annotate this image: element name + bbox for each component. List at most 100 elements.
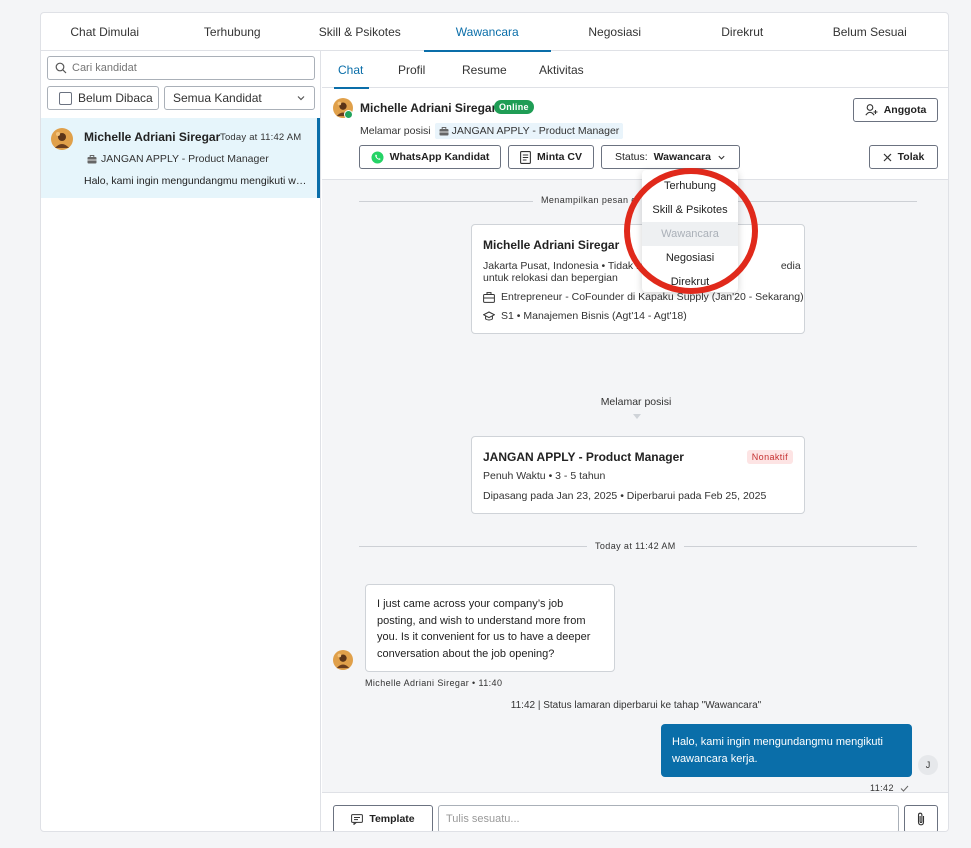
app-window: Chat Dimulai Terhubung Skill & Psikotes … — [40, 12, 949, 832]
document-icon — [520, 150, 531, 164]
header-candidate-name: Michelle Adriani Siregar — [360, 101, 497, 115]
check-icon — [900, 785, 909, 792]
conversation-panel: Chat Profil Resume Aktivitas Michelle Ad… — [322, 51, 948, 831]
request-cv-button[interactable]: Minta CV — [508, 145, 594, 169]
incoming-message[interactable]: I just came across your company’s job po… — [365, 584, 615, 672]
tab-wawancara[interactable]: Wawancara — [423, 13, 552, 52]
candidate-message-preview: Halo, kami ingin mengundangmu mengikuti … — [84, 175, 308, 187]
reject-button-label: Tolak — [897, 151, 925, 163]
tab-direkrut[interactable]: Direkrut — [679, 13, 807, 51]
user-add-icon — [865, 104, 878, 116]
job-chip: JANGAN APPLY - Product Manager — [434, 123, 624, 139]
members-button-label: Anggota — [883, 104, 927, 116]
briefcase-icon — [87, 154, 97, 164]
candidate-filter-select[interactable]: Semua Kandidat — [164, 86, 315, 110]
template-icon — [351, 813, 364, 825]
profile-card-name: Michelle Adriani Siregar — [483, 238, 620, 252]
tab-aktivitas[interactable]: Aktivitas — [539, 51, 584, 88]
incoming-message-line: I just came across your company’s job — [377, 598, 564, 610]
profile-card-location-tail: edia — [780, 260, 801, 272]
outgoing-message-line: wawancara kerja. — [672, 752, 758, 765]
tab-negosiasi[interactable]: Negosiasi — [551, 13, 679, 51]
status-select[interactable]: Status: Wawancara — [601, 145, 740, 169]
tab-chat-dimulai[interactable]: Chat Dimulai — [41, 13, 169, 51]
template-button-label: Template — [369, 813, 415, 825]
briefcase-icon — [439, 126, 449, 136]
status-option-terhubung[interactable]: Terhubung — [642, 174, 738, 198]
status-dropdown-menu: Terhubung Skill & Psikotes Wawancara Neg… — [642, 170, 738, 292]
online-indicator — [344, 110, 353, 119]
candidate-sidebar: Belum Dibaca Semua Kandidat Michelle Adr… — [41, 51, 321, 831]
request-cv-label: Minta CV — [537, 151, 582, 163]
online-badge: Online — [494, 100, 534, 114]
message-input[interactable] — [438, 805, 899, 831]
attach-button[interactable] — [904, 805, 938, 831]
avatar: J — [918, 755, 938, 775]
job-chip-label: JANGAN APPLY - Product Manager — [451, 125, 620, 137]
briefcase-icon — [483, 291, 495, 303]
status-prefix: Status: — [614, 151, 648, 163]
system-message: 11:42 | Status lamaran diperbarui ke tah… — [510, 700, 762, 711]
status-option-skill-psikotes[interactable]: Skill & Psikotes — [642, 198, 738, 222]
message-composer: Template — [322, 792, 948, 831]
outgoing-message[interactable]: Halo, kami ingin mengundangmu mengikuti … — [661, 724, 912, 777]
applying-label: Melamar posisi — [360, 125, 431, 137]
status-option-negosiasi[interactable]: Negosiasi — [642, 246, 738, 270]
job-card-title: JANGAN APPLY - Product Manager — [483, 450, 684, 464]
conversation-header: Michelle Adriani Siregar Online Melamar … — [322, 88, 948, 180]
job-card-dates: Dipasang pada Jan 23, 2025 • Diperbarui … — [483, 490, 767, 502]
tab-belum-sesuai[interactable]: Belum Sesuai — [806, 13, 934, 51]
tab-profil[interactable]: Profil — [398, 51, 425, 88]
chevron-down-icon — [717, 153, 726, 162]
candidate-list-item[interactable]: Michelle Adriani Siregar Today at 11:42 … — [41, 118, 320, 198]
whatsapp-button-label: WhatsApp Kandidat — [389, 151, 490, 163]
status-value: Wawancara — [653, 151, 712, 163]
profile-card-relocation: untuk relokasi dan bepergian — [483, 272, 618, 284]
candidate-name: Michelle Adriani Siregar — [84, 130, 221, 144]
incoming-message-line: you. Is it convenient for us to have a d… — [377, 631, 591, 643]
inactive-badge: Nonaktif — [746, 450, 793, 464]
candidate-job-label: JANGAN APPLY - Product Manager — [101, 153, 269, 165]
search-box[interactable] — [47, 56, 315, 80]
unread-filter-checkbox[interactable]: Belum Dibaca — [47, 86, 159, 110]
search-icon — [55, 62, 67, 74]
tab-skill-psikotes[interactable]: Skill & Psikotes — [296, 13, 424, 51]
tab-terhubung[interactable]: Terhubung — [169, 13, 297, 51]
profile-card-education: S1 • Manajemen Bisnis (Agt'14 - Agt'18) — [483, 310, 687, 322]
arrow-down-icon — [633, 414, 641, 419]
tab-chat[interactable]: Chat — [333, 51, 370, 89]
members-button[interactable]: Anggota — [853, 98, 938, 122]
close-icon — [883, 153, 892, 162]
graduation-cap-icon — [483, 310, 495, 322]
reject-button[interactable]: Tolak — [869, 145, 938, 169]
applying-position: Melamar posisi JANGAN APPLY - Product Ma… — [360, 123, 624, 139]
time-divider-label: Today at 11:42 AM — [587, 541, 684, 551]
chevron-down-icon — [296, 93, 306, 103]
chat-messages[interactable]: Menampilkan pesan d Michelle Adriani Sir… — [322, 180, 948, 793]
status-option-direkrut[interactable]: Direkrut — [642, 270, 738, 294]
incoming-message-meta: Michelle Adriani Siregar • 11:40 — [365, 678, 503, 688]
job-card-type: Penuh Waktu • 3 - 5 tahun — [483, 470, 606, 482]
search-input[interactable] — [72, 62, 302, 74]
whatsapp-icon — [371, 151, 384, 164]
outgoing-message-line: Halo, kami ingin mengundangmu mengikuti — [672, 736, 883, 748]
whatsapp-button[interactable]: WhatsApp Kandidat — [359, 145, 501, 169]
checkbox[interactable] — [59, 92, 72, 105]
tab-resume[interactable]: Resume — [462, 51, 507, 88]
profile-card[interactable]: Michelle Adriani Siregar Jakarta Pusat, … — [471, 224, 805, 334]
stage-tabs: Chat Dimulai Terhubung Skill & Psikotes … — [41, 13, 948, 52]
applying-position-label: Melamar posisi — [600, 396, 672, 408]
profile-card-education-text: S1 • Manajemen Bisnis (Agt'14 - Agt'18) — [501, 310, 687, 322]
candidate-filter-value: Semua Kandidat — [173, 91, 262, 105]
candidate-job: JANGAN APPLY - Product Manager — [87, 153, 269, 165]
template-button[interactable]: Template — [333, 805, 433, 831]
candidate-time: Today at 11:42 AM — [220, 132, 302, 143]
incoming-message-line: posting, and wish to understand more fro… — [377, 614, 586, 627]
status-option-wawancara[interactable]: Wawancara — [642, 222, 738, 246]
incoming-message-line: conversation about the job opening? — [377, 647, 555, 660]
unread-filter-label: Belum Dibaca — [78, 91, 153, 105]
paperclip-icon — [916, 812, 926, 826]
avatar — [51, 128, 73, 150]
job-card[interactable]: JANGAN APPLY - Product Manager Nonaktif … — [471, 436, 805, 514]
conversation-tabs: Chat Profil Resume Aktivitas — [322, 51, 948, 89]
